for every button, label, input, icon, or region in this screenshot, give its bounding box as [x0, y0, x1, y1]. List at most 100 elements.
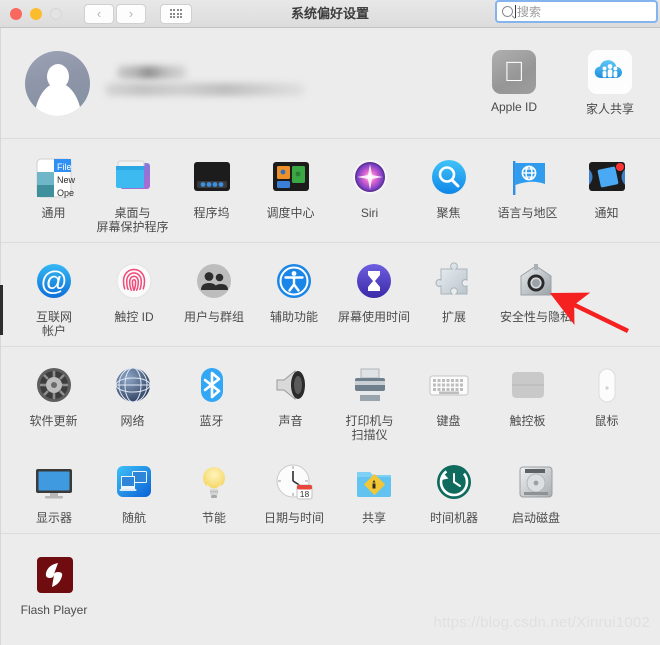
avatar-body	[33, 82, 82, 116]
apple-logo-icon: 	[492, 50, 536, 94]
software-update-gear-icon	[31, 363, 77, 409]
pref-screen-time[interactable]: 屏幕使用时间	[335, 253, 413, 338]
pref-row: @ 互联网 帐户 触控 ID 用户与群组 辅助功能 屏幕使用时间 扩展 安全性与…	[0, 253, 660, 338]
pref-label: 键盘	[436, 414, 461, 428]
time-machine-icon	[431, 460, 477, 506]
pref-energy-saver[interactable]: 节能	[175, 454, 253, 525]
internet-accounts-at-icon: @	[31, 259, 77, 305]
pref-mouse[interactable]: 鼠标	[568, 357, 645, 442]
account-name-redacted	[117, 66, 187, 79]
close-button[interactable]	[10, 7, 22, 20]
screen-time-hourglass-icon	[351, 259, 397, 305]
pref-software-update[interactable]: 软件更新	[15, 357, 92, 442]
pref-label: 辅助功能	[269, 310, 318, 324]
pref-label: 语言与地区	[497, 206, 558, 220]
pref-label: 触控 ID	[114, 310, 154, 324]
flash-player-icon	[31, 552, 77, 598]
pref-desktop-screensaver[interactable]: 桌面与 屏幕保护程序	[94, 149, 171, 234]
pref-notifications[interactable]: 通知	[568, 149, 645, 234]
show-all-grid-icon[interactable]	[160, 3, 192, 24]
extensions-puzzle-icon	[431, 259, 477, 305]
pref-time-machine[interactable]: 时间机器	[415, 454, 493, 525]
search-field[interactable]: 搜索	[495, 0, 658, 23]
pref-startup-disk[interactable]: 启动磁盘	[495, 454, 577, 525]
mission-control-icon	[268, 155, 314, 201]
pref-label: 蓝牙	[199, 414, 224, 428]
users-groups-icon	[191, 259, 237, 305]
pref-siri[interactable]: Siri	[331, 149, 408, 234]
printers-scanners-icon	[347, 363, 393, 409]
pref-label: 扩展	[441, 310, 466, 324]
pref-label: 互联网 帐户	[35, 310, 72, 338]
preferences-section-personal: File New Ope 通用 桌面与 屏幕保护程序 程序坞 调度中心 Siri…	[0, 139, 660, 242]
pref-displays[interactable]: 显示器	[15, 454, 93, 525]
pref-spotlight[interactable]: 聚焦	[410, 149, 487, 234]
startup-disk-icon	[513, 460, 559, 506]
pref-apple-id[interactable]:  Apple ID	[478, 50, 550, 117]
system-preferences-window: ‹ › 系统偏好设置 搜索 	[0, 0, 660, 645]
energy-saver-bulb-icon	[191, 460, 237, 506]
search-icon	[502, 6, 513, 17]
pref-sound[interactable]: 声音	[252, 357, 329, 442]
pref-label: 触控板	[509, 414, 546, 428]
spotlight-icon	[426, 155, 472, 201]
pref-trackpad[interactable]: 触控板	[489, 357, 566, 442]
pref-keyboard[interactable]: 键盘	[410, 357, 487, 442]
pref-sharing[interactable]: 共享	[335, 454, 413, 525]
sharing-folder-icon	[351, 460, 397, 506]
pref-row: File New Ope 通用 桌面与 屏幕保护程序 程序坞 调度中心 Siri…	[0, 149, 660, 234]
pref-label: 随航	[121, 511, 146, 525]
pref-printers-scanners[interactable]: 打印机与 扫描仪	[331, 357, 408, 442]
preferences-section-hardware: 软件更新 网络 蓝牙 声音 打印机与 扫描仪 键盘 触控板 鼠标 显示器 随航 …	[0, 347, 660, 533]
pref-row: 软件更新 网络 蓝牙 声音 打印机与 扫描仪 键盘 触控板 鼠标	[0, 357, 660, 442]
pref-date-time[interactable]: 18 日期与时间	[255, 454, 333, 525]
apple-glyph: 	[504, 58, 525, 86]
family-sharing-cloud-icon	[588, 50, 632, 94]
displays-monitor-icon	[31, 460, 77, 506]
trackpad-icon	[505, 363, 551, 409]
pref-label: 显示器	[35, 511, 72, 525]
pref-label: 家人共享	[585, 102, 634, 116]
pref-internet-accounts[interactable]: @ 互联网 帐户	[15, 253, 93, 338]
preferences-section-accounts: @ 互联网 帐户 触控 ID 用户与群组 辅助功能 屏幕使用时间 扩展 安全性与…	[0, 243, 660, 346]
pref-accessibility[interactable]: 辅助功能	[255, 253, 333, 338]
pref-label: 安全性与隐私	[499, 310, 572, 324]
calendar-day-number: 18	[300, 489, 310, 499]
language-region-flag-icon	[505, 155, 551, 201]
sound-speaker-icon	[268, 363, 314, 409]
pref-family-sharing[interactable]: 家人共享	[574, 50, 646, 117]
pref-label: 日期与时间	[263, 511, 324, 525]
pref-label: 通用	[41, 206, 66, 220]
pref-mission-control[interactable]: 调度中心	[252, 149, 329, 234]
desktop-screensaver-icon	[110, 155, 156, 201]
pref-bluetooth[interactable]: 蓝牙	[173, 357, 250, 442]
account-shortcuts:  Apple ID	[478, 50, 646, 117]
pref-label: 启动磁盘	[511, 511, 560, 525]
network-globe-icon	[110, 363, 156, 409]
pref-users-groups[interactable]: 用户与群组	[175, 253, 253, 338]
pref-dock[interactable]: 程序坞	[173, 149, 250, 234]
pref-language-region[interactable]: 语言与地区	[489, 149, 566, 234]
pref-touch-id[interactable]: 触控 ID	[95, 253, 173, 338]
pref-label: 桌面与 屏幕保护程序	[96, 206, 169, 234]
text-caret	[515, 5, 516, 18]
security-privacy-house-icon	[513, 259, 559, 305]
pref-flash-player[interactable]: Flash Player	[15, 546, 93, 617]
minimize-button[interactable]	[30, 7, 42, 20]
forward-button[interactable]: ›	[116, 3, 146, 24]
pref-network[interactable]: 网络	[94, 357, 171, 442]
keyboard-icon	[426, 363, 472, 409]
apple-id-account-row:  Apple ID	[0, 28, 660, 138]
svg-text:Ope: Ope	[57, 188, 74, 198]
date-time-clock-icon: 18	[271, 460, 317, 506]
back-button[interactable]: ‹	[84, 3, 114, 24]
svg-text:File: File	[57, 162, 72, 172]
pref-extensions[interactable]: 扩展	[415, 253, 493, 338]
pref-row: 显示器 随航 节能 18 日期与时间 共享 时间机器 启动磁盘	[0, 454, 660, 525]
pref-security-privacy[interactable]: 安全性与隐私	[495, 253, 577, 338]
pref-sidecar[interactable]: 随航	[95, 454, 173, 525]
pref-general[interactable]: File New Ope 通用	[15, 149, 92, 234]
avatar[interactable]	[25, 50, 90, 116]
window-edge-artifact	[0, 285, 3, 335]
window-titlebar: ‹ › 系统偏好设置 搜索	[0, 0, 660, 28]
